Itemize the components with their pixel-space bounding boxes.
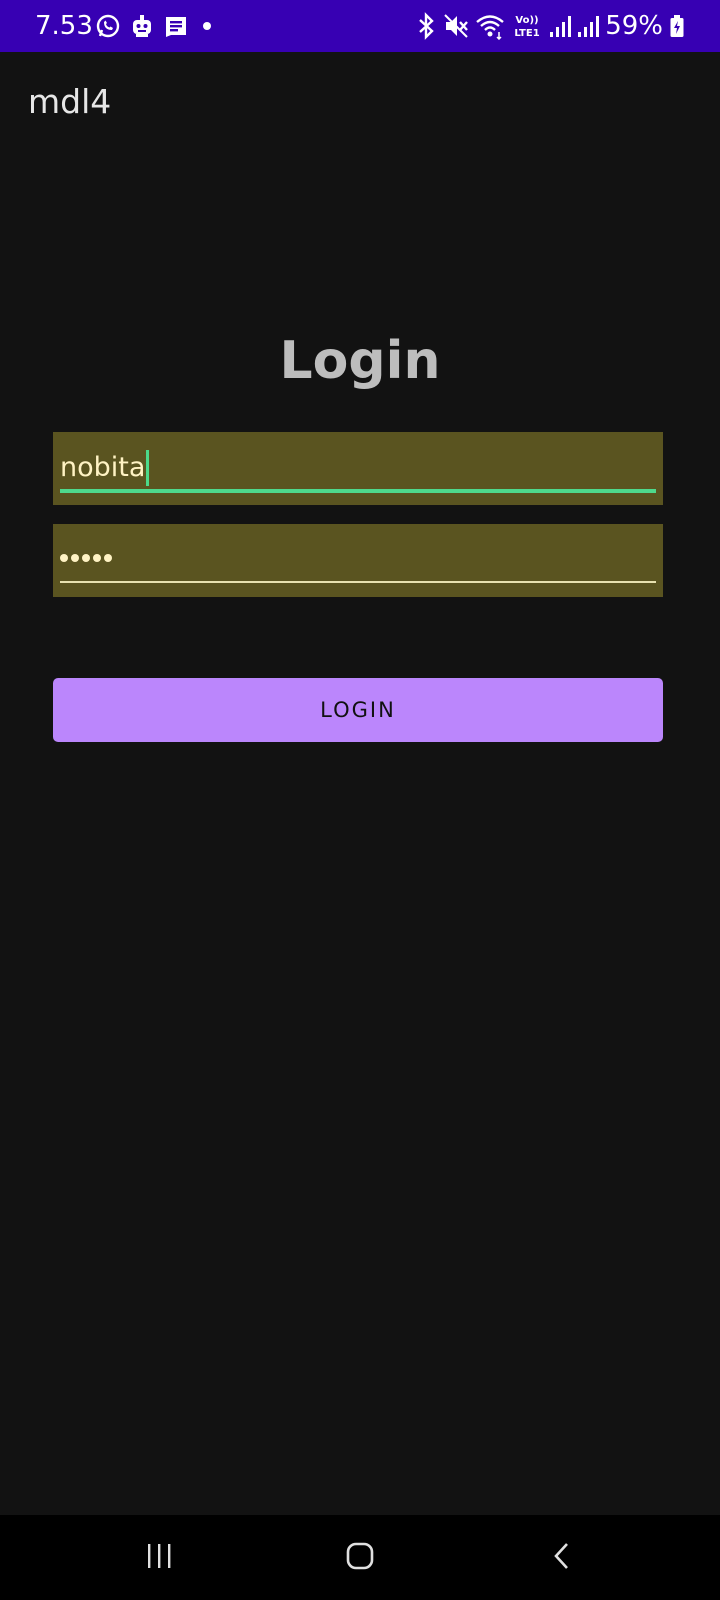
robot-icon [129, 13, 155, 39]
recents-icon [144, 1541, 174, 1575]
login-heading: Login [279, 331, 441, 391]
dot-icon [197, 13, 217, 39]
app-title: mdl4 [28, 82, 112, 121]
wifi-icon [475, 12, 505, 40]
notification-icons [95, 12, 217, 40]
signal-icon [549, 12, 572, 40]
username-underline [60, 489, 656, 493]
recents-button[interactable] [134, 1533, 184, 1583]
status-time: 7.53 [35, 11, 93, 41]
username-value: nobita [60, 452, 146, 483]
mute-icon [443, 12, 469, 40]
password-dot [71, 554, 79, 562]
battery-icon [669, 12, 685, 40]
back-button[interactable] [537, 1533, 587, 1583]
signal-icon [577, 12, 600, 40]
home-icon [345, 1541, 375, 1575]
whatsapp-icon [95, 13, 121, 39]
home-button[interactable] [335, 1533, 385, 1583]
lte-text: LTE1 [515, 28, 540, 39]
password-dot [60, 554, 68, 562]
login-screen: 7.53 Vo)) LTE1 59% mdl4 Login nobita LOG… [0, 0, 720, 1600]
password-dot [82, 554, 90, 562]
volte-text: Vo)) [516, 15, 539, 26]
password-mask [60, 554, 112, 562]
login-button[interactable]: LOGIN [53, 678, 663, 742]
bluetooth-icon [415, 12, 437, 40]
password-dot [93, 554, 101, 562]
system-status-icons: Vo)) LTE1 59% [415, 9, 685, 43]
password-field[interactable] [53, 524, 663, 597]
back-icon [547, 1541, 577, 1575]
navigation-bar [0, 1515, 720, 1600]
message-icon [163, 13, 189, 39]
password-underline [60, 581, 656, 583]
password-dot [104, 554, 112, 562]
username-input-text: nobita [60, 450, 150, 486]
status-bar: 7.53 Vo)) LTE1 59% [0, 0, 720, 52]
username-field[interactable]: nobita [53, 432, 663, 505]
volte-icon: Vo)) LTE1 [511, 11, 543, 41]
battery-percent: 59% [605, 11, 663, 41]
text-cursor [146, 450, 150, 486]
